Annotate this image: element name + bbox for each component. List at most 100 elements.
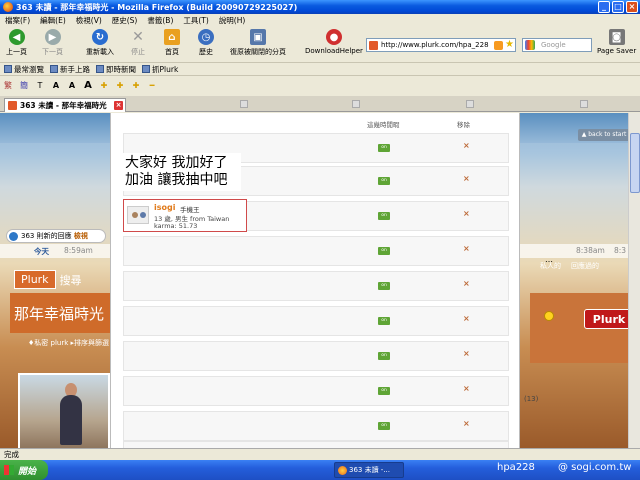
menu-history[interactable]: 歷史(S) — [112, 15, 138, 26]
tab-placeholder-icon — [466, 100, 474, 108]
on-toggle[interactable]: on — [378, 247, 390, 255]
user-name[interactable]: isogi — [154, 203, 175, 212]
downloadhelper-button[interactable]: ● DownloadHelper — [305, 29, 363, 55]
back-button[interactable]: ◀ 上一頁 — [6, 29, 27, 57]
remove-icon[interactable]: × — [463, 349, 470, 358]
reload-button[interactable]: ↻ 重新載入 — [86, 29, 114, 57]
menu-bar: 檔案(F) 編輯(E) 檢視(V) 歷史(S) 書籤(B) 工具(T) 說明(H… — [0, 14, 640, 27]
person-body — [60, 395, 82, 445]
bookmarks-toolbar: 最常瀏覽 新手上路 即時新聞 抓Plurk — [0, 63, 640, 76]
column-recent: 這幾時閒暇 — [367, 121, 400, 129]
filter-links[interactable]: ♦私密 plurk ▸排序與篩選 — [28, 338, 109, 348]
forward-button[interactable]: ▶ 下一頁 — [42, 29, 63, 57]
menu-edit[interactable]: 編輯(E) — [40, 15, 66, 26]
search-tab[interactable]: 搜尋 — [60, 272, 82, 288]
restore-tab-button[interactable]: ▣ 復原被關閉的分頁 — [230, 29, 286, 57]
on-toggle[interactable]: on — [378, 212, 390, 220]
url-bar[interactable]: http://www.plurk.com/hpa_228 ★ — [366, 38, 516, 52]
search-input[interactable]: Google — [522, 38, 592, 52]
stop-button[interactable]: ✕ 停止 — [130, 29, 146, 57]
clock-icon: ◷ — [198, 29, 214, 45]
downloadhelper-icon: ● — [325, 29, 342, 45]
bookmark-news[interactable]: 即時新聞 — [96, 64, 136, 75]
watermark-site: @ sogi.com.tw — [558, 462, 632, 473]
right-panel: ▲ back to start 私人的 回應過的 Plurk (13) — [520, 113, 640, 448]
remove-icon[interactable]: × — [463, 141, 470, 150]
remove-icon[interactable]: × — [463, 384, 470, 393]
text-button[interactable]: T — [36, 81, 44, 90]
tab-bar: 363 未讀 - 那年幸福時光 × — [0, 96, 640, 112]
plurk-nav: Plurk 搜尋 — [14, 270, 82, 289]
status-bar: 完成 — [0, 448, 640, 460]
on-toggle[interactable]: on — [378, 352, 390, 360]
menu-tools[interactable]: 工具(T) — [183, 15, 208, 26]
page-scrollbar[interactable] — [628, 113, 640, 448]
plurk-favicon — [8, 101, 17, 110]
close-button[interactable]: × — [626, 1, 638, 13]
menu-bookmarks[interactable]: 書籤(B) — [147, 15, 173, 26]
remove-icon[interactable]: × — [463, 209, 470, 218]
remove-icon[interactable]: × — [463, 419, 470, 428]
profile-photo — [18, 373, 110, 448]
font-largest-button[interactable]: A — [84, 80, 92, 91]
remove-icon[interactable]: × — [463, 244, 470, 253]
back-to-start-button[interactable]: ▲ back to start — [578, 129, 630, 141]
user-card[interactable]: isogi 手機王 13 歲, 男生 from Taiwan karma: 51… — [123, 199, 247, 232]
font-size-button[interactable]: A — [52, 81, 60, 90]
scrollbar-thumb[interactable] — [630, 133, 640, 193]
navigation-toolbar: ◀ 上一頁 ▶ 下一頁 ↻ 重新載入 ✕ 停止 ⌂ 首頁 ◷ 歷史 ▣ 復原被關… — [0, 27, 640, 63]
view-link[interactable]: 檢視 — [74, 231, 88, 241]
menu-help[interactable]: 說明(H) — [219, 15, 246, 26]
list-row: on × — [123, 236, 509, 266]
on-toggle[interactable]: on — [378, 422, 390, 430]
zoom-out-icon[interactable]: ✚ — [116, 81, 124, 90]
on-toggle[interactable]: on — [378, 177, 390, 185]
camera-icon: ◙ — [608, 29, 625, 45]
rss-icon[interactable] — [494, 41, 503, 50]
on-toggle[interactable]: on — [378, 317, 390, 325]
window-title-bar: 363 未讀 - 那年幸福時光 - Mozilla Firefox (Build… — [0, 0, 640, 14]
bookmark-most-visited[interactable]: 最常瀏覽 — [4, 64, 44, 75]
home-button[interactable]: ⌂ 首頁 — [164, 29, 180, 57]
remove-icon[interactable]: × — [463, 279, 470, 288]
format-toolbar: 繁 簡 T A A A ✚ ✚ ✚ ━ — [0, 77, 640, 93]
traditional-button[interactable]: 繁 — [4, 80, 12, 91]
stop-icon: ✕ — [132, 29, 144, 45]
on-toggle[interactable]: on — [378, 387, 390, 395]
on-toggle[interactable]: on — [378, 144, 390, 152]
plurk-logo[interactable]: Plurk — [14, 270, 56, 289]
taskbar-firefox-item[interactable]: 363 未讀 -... — [334, 462, 404, 478]
reload-icon: ↻ — [92, 29, 108, 45]
minus-icon[interactable]: ━ — [148, 81, 156, 90]
tab-placeholder-icon — [580, 100, 588, 108]
filter-responded[interactable]: 回應過的 — [571, 261, 599, 271]
bookmark-getting-started[interactable]: 新手上路 — [50, 64, 90, 75]
watermark-user: hpa228 — [497, 462, 535, 473]
zoom-in-icon[interactable]: ✚ — [100, 81, 108, 90]
font-larger-button[interactable]: A — [68, 81, 76, 90]
remove-icon[interactable]: × — [463, 174, 470, 183]
history-button[interactable]: ◷ 歷史 — [198, 29, 214, 57]
start-button[interactable]: 開始 — [0, 460, 48, 480]
reset-zoom-icon[interactable]: ✚ — [132, 81, 140, 90]
remove-icon[interactable]: × — [463, 314, 470, 323]
list-row: on × — [123, 271, 509, 301]
close-tab-icon[interactable]: × — [114, 101, 123, 110]
on-toggle[interactable]: on — [378, 282, 390, 290]
more-icon[interactable]: … — [545, 255, 553, 264]
minimize-button[interactable]: _ — [598, 1, 610, 13]
bookmark-star-icon[interactable]: ★ — [505, 39, 514, 51]
plurk-submit-button[interactable]: Plurk — [584, 309, 634, 329]
tab-plurk[interactable]: 363 未讀 - 那年幸福時光 × — [4, 98, 126, 112]
menu-file[interactable]: 檔案(F) — [5, 15, 30, 26]
simplified-button[interactable]: 簡 — [20, 80, 28, 91]
column-remove: 移除 — [457, 121, 470, 129]
bookmark-plurk[interactable]: 抓Plurk — [142, 64, 178, 75]
emoticon-icon[interactable] — [544, 311, 554, 321]
new-responses-notification[interactable]: 363 則新的回應 檢視 — [6, 229, 106, 243]
menu-view[interactable]: 檢視(V) — [76, 15, 102, 26]
page-saver-button[interactable]: ◙ Page Saver — [597, 29, 636, 55]
maximize-button[interactable]: □ — [612, 1, 624, 13]
home-icon: ⌂ — [164, 29, 180, 45]
today-label: 今天 — [34, 247, 49, 256]
